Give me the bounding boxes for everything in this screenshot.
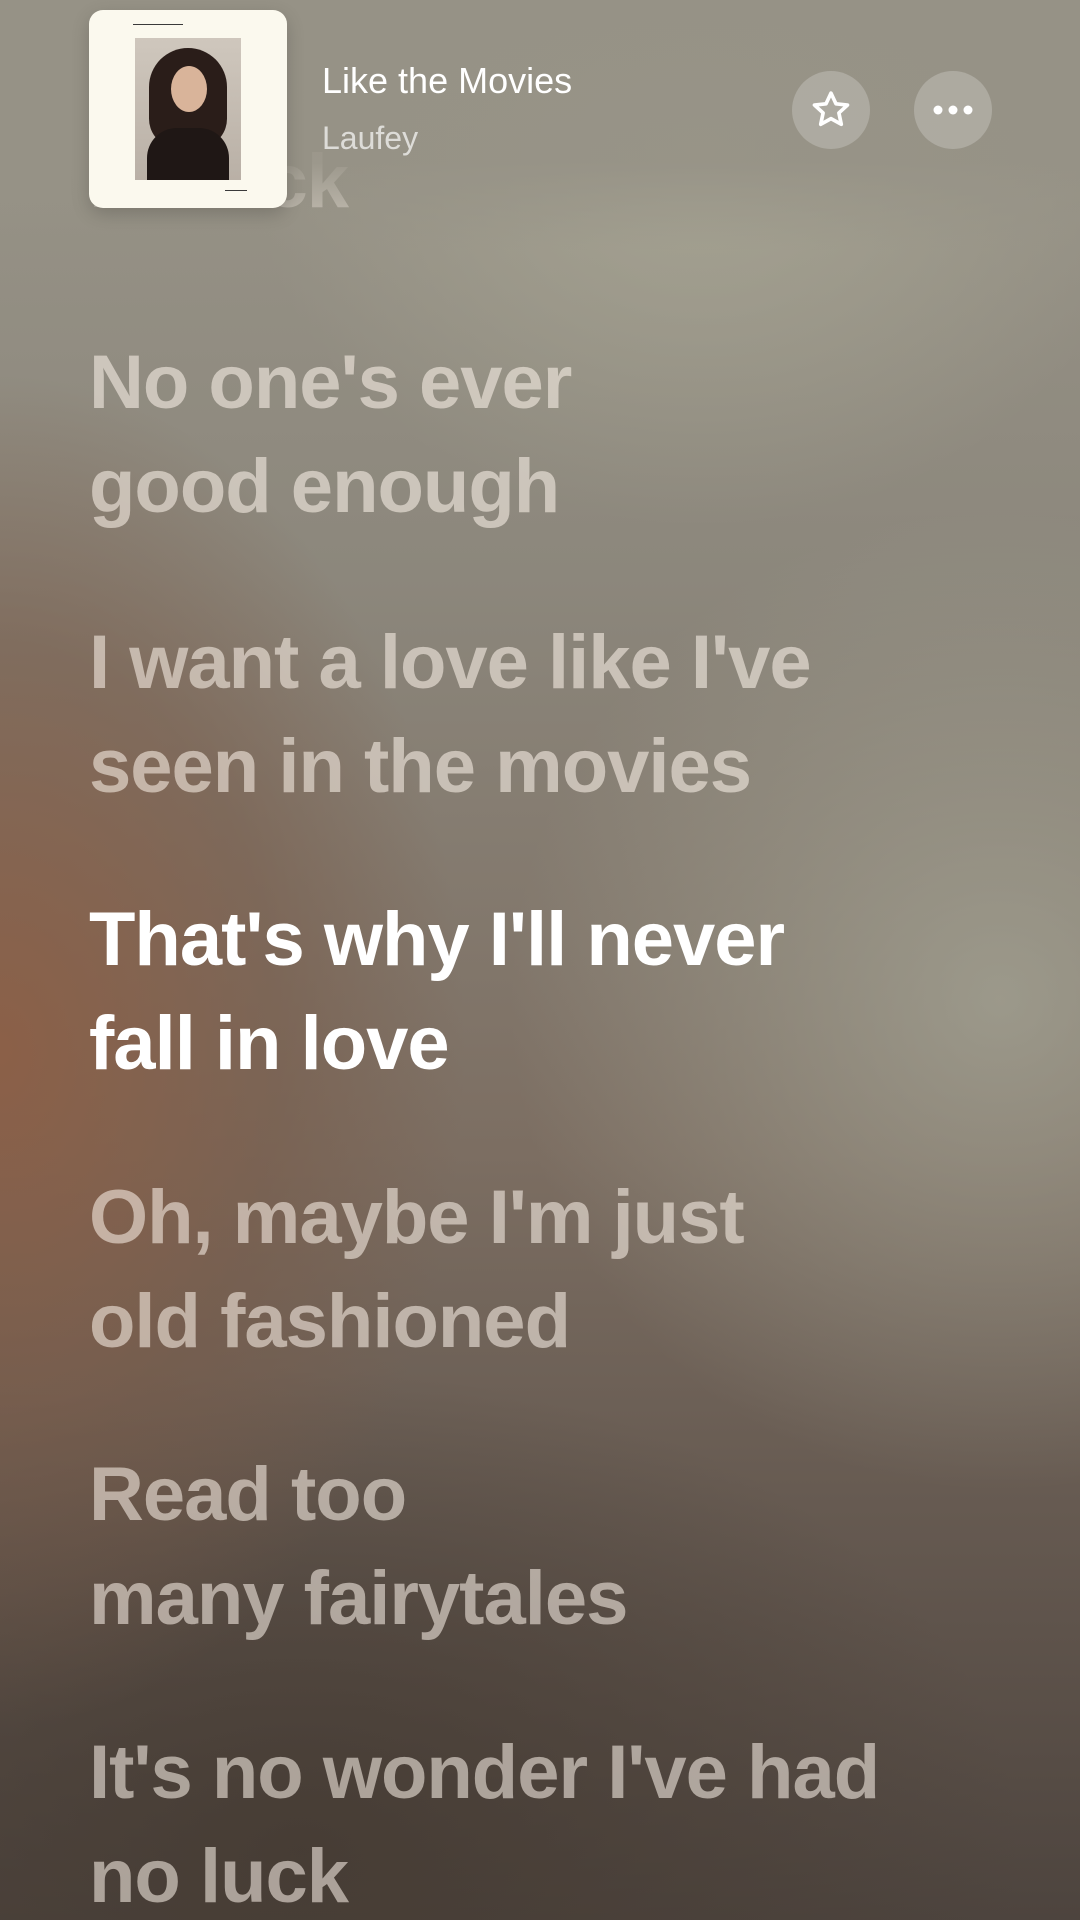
- lyric-line[interactable]: No one's ever good enough: [89, 331, 572, 539]
- lyric-line-text: That's why I'll never: [89, 897, 785, 982]
- favorite-button[interactable]: [792, 71, 870, 149]
- star-icon: [812, 91, 850, 127]
- lyric-line-text: no luck: [89, 1834, 349, 1919]
- lyric-line-text: good enough: [89, 444, 560, 529]
- lyric-line-text: Read too: [89, 1452, 407, 1537]
- lyrics-view[interactable]: no luck No one's ever good enough I want…: [89, 0, 1029, 1920]
- lyric-line-text: It's no wonder I've had: [89, 1730, 880, 1815]
- lyric-line-text: I want a love like I've: [89, 620, 812, 705]
- now-playing-header: Like the Movies Laufey: [0, 0, 1080, 220]
- lyric-line-text: fall in love: [89, 1001, 450, 1086]
- song-title[interactable]: Like the Movies: [322, 60, 572, 102]
- artwork-portrait: [135, 38, 241, 180]
- lyric-line[interactable]: I want a love like I've seen in the movi…: [89, 611, 812, 819]
- more-options-button[interactable]: [914, 71, 992, 149]
- lyric-line-text: Oh, maybe I'm just: [89, 1175, 745, 1260]
- lyric-line[interactable]: Oh, maybe I'm just old fashioned: [89, 1166, 745, 1374]
- lyric-line-text: seen in the movies: [89, 724, 752, 809]
- lyric-line-text: many fairytales: [89, 1556, 628, 1641]
- lyric-line[interactable]: It's no wonder I've had no luck: [89, 1721, 880, 1920]
- lyric-line-text: old fashioned: [89, 1279, 571, 1364]
- artist-name[interactable]: Laufey: [322, 120, 418, 157]
- artwork-handwriting: [133, 24, 183, 28]
- lyric-line-text: No one's ever: [89, 340, 572, 425]
- lyric-line-current[interactable]: That's why I'll never fall in love: [89, 888, 785, 1096]
- album-artwork[interactable]: [89, 10, 287, 208]
- artwork-signature: [225, 190, 247, 194]
- lyric-line[interactable]: Read too many fairytales: [89, 1443, 628, 1651]
- ellipsis-icon: [933, 105, 973, 115]
